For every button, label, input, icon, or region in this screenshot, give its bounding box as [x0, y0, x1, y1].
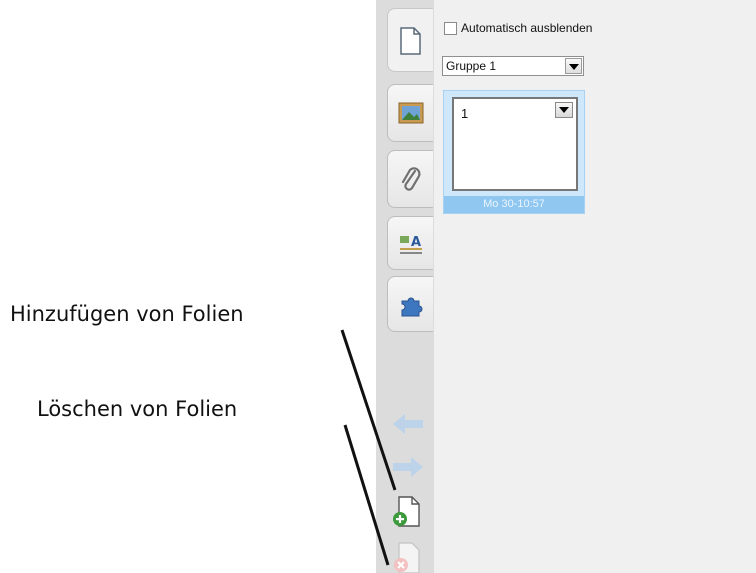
- gallery-image-icon: [398, 102, 424, 124]
- tab-attachments[interactable]: [387, 150, 433, 208]
- sidebar-tabstrip: A: [376, 0, 434, 573]
- autohide-row[interactable]: Automatisch ausblenden: [444, 20, 592, 36]
- tab-page-sorter[interactable]: [387, 8, 433, 72]
- autohide-label: Automatisch ausblenden: [461, 21, 593, 35]
- tab-properties[interactable]: A: [387, 216, 433, 270]
- annotation-add-slides: Hinzufügen von Folien: [10, 302, 244, 326]
- svg-text:A: A: [411, 235, 421, 250]
- page-thumbnail[interactable]: 1: [452, 97, 578, 191]
- page-thumbnail-card[interactable]: 1 Mo 30-10:57: [443, 90, 585, 214]
- properties-icon: A: [400, 235, 422, 254]
- page-number: 1: [461, 106, 469, 121]
- group-select-value: Gruppe 1: [446, 59, 497, 73]
- annotation-delete-slides: Löschen von Folien: [37, 397, 238, 421]
- addons-puzzle-icon: [401, 297, 423, 317]
- page-sorter-panel: Automatisch ausblenden Gruppe 1 1 Mo 30-…: [434, 0, 756, 573]
- page-menu-button[interactable]: [555, 102, 573, 118]
- page-icon: [400, 27, 421, 55]
- group-select[interactable]: Gruppe 1: [442, 56, 584, 76]
- chevron-down-icon: [559, 107, 569, 113]
- chevron-down-icon: [569, 64, 579, 70]
- tab-gallery[interactable]: [387, 84, 433, 142]
- autohide-checkbox[interactable]: [444, 21, 457, 35]
- group-select-dropdown-button[interactable]: [565, 58, 582, 74]
- paperclip-icon: [401, 167, 421, 191]
- tab-addons[interactable]: [387, 276, 433, 332]
- add-page-icon[interactable]: [390, 494, 426, 530]
- delete-page-icon[interactable]: [390, 540, 426, 573]
- arrow-left-icon[interactable]: [391, 412, 425, 436]
- arrow-right-icon[interactable]: [391, 455, 425, 479]
- page-timestamp: Mo 30-10:57: [444, 196, 584, 213]
